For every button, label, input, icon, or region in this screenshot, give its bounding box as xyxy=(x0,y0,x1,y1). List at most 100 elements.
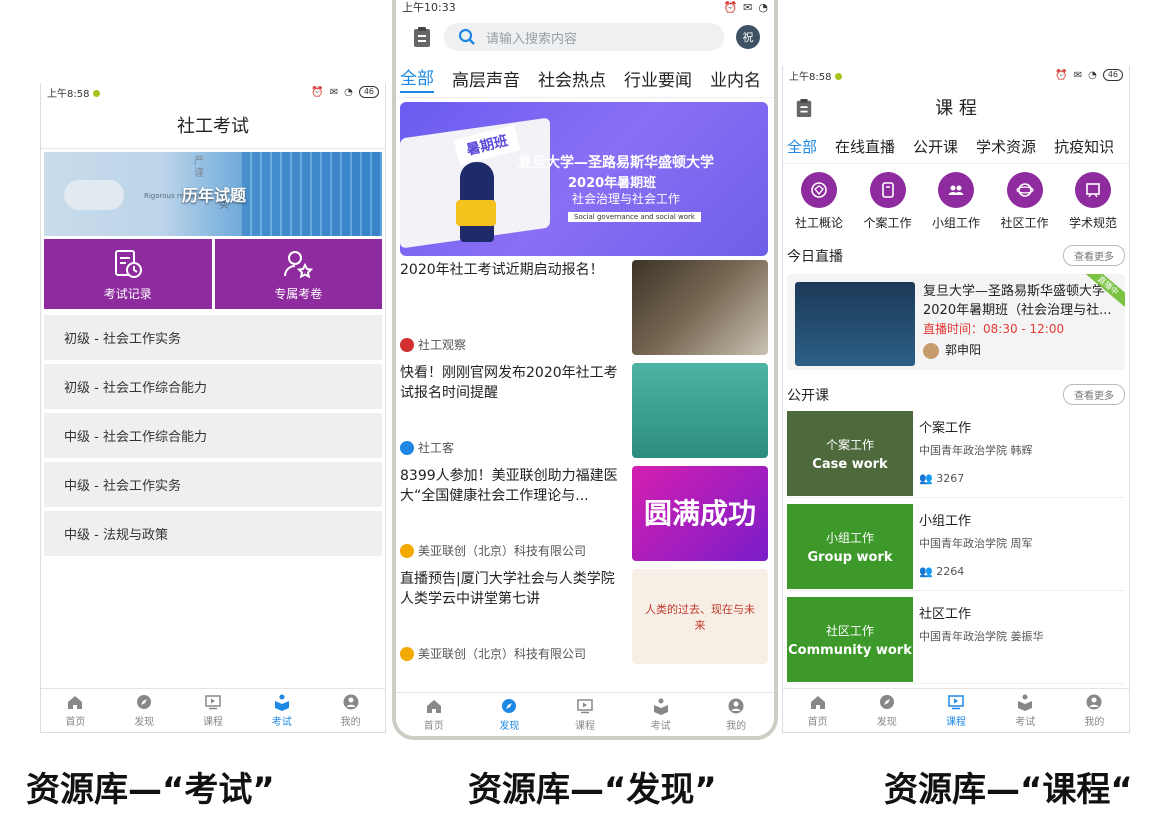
clipboard-icon[interactable] xyxy=(412,26,432,48)
tab-mine[interactable]: 我的 xyxy=(698,693,774,736)
see-more-button[interactable]: 查看更多 xyxy=(1063,384,1125,405)
tab-course[interactable]: 课程 xyxy=(547,693,623,736)
category-label: 社区工作 xyxy=(1000,216,1049,230)
avatar[interactable]: 祝 xyxy=(736,25,760,49)
tab-leaders-voice[interactable]: 高层声音 xyxy=(452,66,520,91)
course-title: 小组工作 xyxy=(919,514,972,529)
video-icon xyxy=(205,695,221,710)
group-icon xyxy=(938,172,974,208)
list-item[interactable]: 中级 - 法规与政策 xyxy=(44,511,382,556)
news-item[interactable]: 快看！刚刚官网发布2020年社工考试报名时间提醒 社工客 xyxy=(396,359,774,462)
course-item[interactable]: 社区工作 Community work 社区工作 中国青年政治学院 姜振华 xyxy=(787,597,1125,684)
tab-discover[interactable]: 发现 xyxy=(852,689,921,732)
news-item[interactable]: 8399人参加！美亚联创助力福建医大“全国健康社会工作理论与... 美亚联创（北京… xyxy=(396,462,774,565)
search-input[interactable]: 请输入搜索内容 xyxy=(444,23,724,51)
category-community[interactable]: 社区工作 xyxy=(993,172,1057,231)
building-image xyxy=(242,152,382,236)
course-item[interactable]: 小组工作 Group work 小组工作 中国青年政治学院 周军 👥 2264 xyxy=(787,504,1125,591)
tab-discover[interactable]: 发现 xyxy=(110,689,179,732)
news-item[interactable]: 2020年社工考试近期启动报名！ 社工观察 xyxy=(396,256,774,359)
exam-record-button[interactable]: 考试记录 xyxy=(44,239,212,309)
status-time: 上午8:58 xyxy=(789,71,832,83)
tab-all[interactable]: 全部 xyxy=(787,136,817,157)
tab-label: 发现 xyxy=(876,717,897,728)
tab-label: 首页 xyxy=(807,717,828,728)
tab-social-hotspots[interactable]: 社会热点 xyxy=(538,66,606,91)
course-cover: 小组工作 Group work xyxy=(787,504,913,589)
tab-home[interactable]: 首页 xyxy=(783,689,852,732)
exclusive-paper-icon xyxy=(284,250,314,278)
source-icon xyxy=(400,544,414,558)
caption-exam: 资源库—“考试” xyxy=(26,770,275,810)
tab-mine[interactable]: 我的 xyxy=(1060,689,1129,732)
course-org: 中国青年政治学院 周军 xyxy=(919,537,1033,550)
user-icon xyxy=(343,694,359,710)
notification-icon xyxy=(93,90,101,97)
course-title: 社区工作 xyxy=(919,607,972,622)
live-card[interactable]: 复旦大学—圣路易斯华盛顿大学2020年暑期班（社会治理与社... 直播时间：08… xyxy=(787,274,1125,370)
compass-icon xyxy=(502,699,517,713)
book-icon xyxy=(274,694,289,711)
category-academic[interactable]: 学术规范 xyxy=(1061,172,1125,231)
list-item[interactable]: 初级 - 社会工作综合能力 xyxy=(44,364,382,409)
list-item[interactable]: 中级 - 社会工作实务 xyxy=(44,462,382,507)
tab-exam[interactable]: 考试 xyxy=(623,693,699,736)
compass-icon xyxy=(137,695,152,709)
news-title: 8399人参加！美亚联创助力福建医大“全国健康社会工作理论与... xyxy=(400,468,618,504)
news-item[interactable]: 直播预告|厦门大学社会与人类学院人类学云中讲堂第七讲 美亚联创（北京）科技有限公司… xyxy=(396,565,774,668)
tab-academic[interactable]: 学术资源 xyxy=(976,136,1036,157)
open-course-header: 公开课 查看更多 xyxy=(783,384,1129,405)
bottom-tab-bar: 首页 发现 课程 考试 我的 xyxy=(41,688,385,732)
live-thumbnail xyxy=(795,282,915,366)
course-item[interactable]: 个案工作 Case work 个案工作 中国青年政治学院 韩辉 👥 3267 xyxy=(787,411,1125,498)
list-item[interactable]: 中级 - 社会工作综合能力 xyxy=(44,413,382,458)
category-case[interactable]: 个案工作 xyxy=(856,172,920,231)
tab-open-course[interactable]: 公开课 xyxy=(913,136,958,157)
exam-record-label: 考试记录 xyxy=(103,286,152,301)
page-title: 社工考试 xyxy=(41,101,385,149)
news-source: 社工客 xyxy=(418,441,455,455)
category-group[interactable]: 小组工作 xyxy=(924,172,988,231)
tab-epidemic[interactable]: 抗疫知识 xyxy=(1054,136,1114,157)
notification-icon xyxy=(835,73,843,80)
tab-label: 发现 xyxy=(134,717,155,728)
tab-home[interactable]: 首页 xyxy=(396,693,472,736)
tab-live[interactable]: 在线直播 xyxy=(835,136,895,157)
tab-exam[interactable]: 考试 xyxy=(991,689,1060,732)
clipboard-icon[interactable] xyxy=(795,98,813,118)
exam-banner[interactable]: 严谨 实 Rigorous realistic 历年试题 xyxy=(44,152,382,236)
alarm-icon: ⏰ xyxy=(311,86,324,98)
see-more-button[interactable]: 查看更多 xyxy=(1063,245,1125,266)
tab-label: 首页 xyxy=(423,721,444,732)
people-icon: 👥 xyxy=(919,565,933,578)
tab-course[interactable]: 课程 xyxy=(921,689,990,732)
tab-all[interactable]: 全部 xyxy=(400,64,434,93)
tab-discover[interactable]: 发现 xyxy=(472,693,548,736)
course-screen: 上午8:58 ⏰ ✉ ◔ 46 课 程 全部 在线直播 公开课 学术资源 抗疫知识 社… xyxy=(782,66,1130,733)
category-intro[interactable]: 社工概论 xyxy=(787,172,851,231)
news-source: 美亚联创（北京）科技有限公司 xyxy=(418,544,587,558)
user-icon xyxy=(728,698,744,714)
banner-line3: 社会治理与社会工作 xyxy=(572,192,681,206)
discover-screen: 上午10:33 ⏰ ✉ ◔ 请输入搜索内容 祝 全部 高层声音 社会热点 行业要闻 … xyxy=(392,0,778,740)
page-title: 课 程 xyxy=(783,84,1129,130)
list-item[interactable]: 初级 - 社会工作实务 xyxy=(44,315,382,360)
news-image xyxy=(632,363,768,458)
summer-class-banner[interactable]: 暑期班 复旦大学—圣路易斯华盛顿大学 2020年暑期班 社会治理与社会工作 So… xyxy=(400,102,768,256)
tab-home[interactable]: 首页 xyxy=(41,689,110,732)
book-icon xyxy=(1018,694,1033,711)
tab-label: 我的 xyxy=(340,717,361,728)
cover-en: Case work xyxy=(812,456,888,472)
exam-record-icon xyxy=(114,249,142,278)
news-title: 2020年社工考试近期启动报名！ xyxy=(400,262,604,278)
video-icon xyxy=(577,699,593,714)
tab-industry-news[interactable]: 行业要闻 xyxy=(624,66,692,91)
tab-mine[interactable]: 我的 xyxy=(316,689,385,732)
document-icon xyxy=(869,172,906,208)
exclusive-paper-button[interactable]: 专属考卷 xyxy=(214,239,382,309)
alarm-icon: ⏰ xyxy=(1055,69,1068,81)
tab-course[interactable]: 课程 xyxy=(179,689,248,732)
tab-insider[interactable]: 业内名 xyxy=(710,66,761,91)
bottom-tab-bar: 首页 发现 课程 考试 我的 xyxy=(783,688,1129,732)
tab-exam[interactable]: 考试 xyxy=(247,689,316,732)
